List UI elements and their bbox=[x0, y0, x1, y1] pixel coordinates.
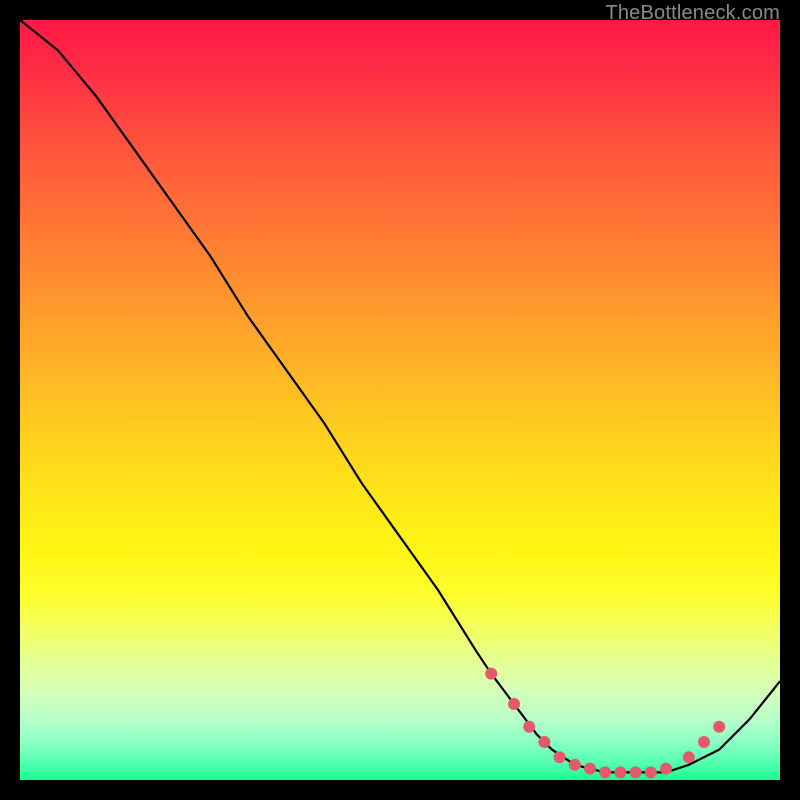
curve-marker bbox=[683, 751, 695, 763]
curve-marker bbox=[713, 721, 725, 733]
curve-marker bbox=[660, 763, 672, 775]
curve-marker bbox=[508, 698, 520, 710]
curve-marker bbox=[630, 766, 642, 778]
curve-marker bbox=[523, 721, 535, 733]
chart-container: TheBottleneck.com bbox=[0, 0, 800, 800]
curve-marker bbox=[614, 766, 626, 778]
curve-marker bbox=[485, 668, 497, 680]
curve-marker bbox=[599, 766, 611, 778]
curve-markers bbox=[485, 668, 725, 779]
bottleneck-curve-line bbox=[20, 20, 780, 772]
chart-svg bbox=[20, 20, 780, 780]
curve-marker bbox=[569, 759, 581, 771]
curve-marker bbox=[698, 736, 710, 748]
plot-area bbox=[20, 20, 780, 780]
curve-marker bbox=[584, 763, 596, 775]
curve-marker bbox=[554, 751, 566, 763]
curve-marker bbox=[645, 766, 657, 778]
curve-marker bbox=[538, 736, 550, 748]
